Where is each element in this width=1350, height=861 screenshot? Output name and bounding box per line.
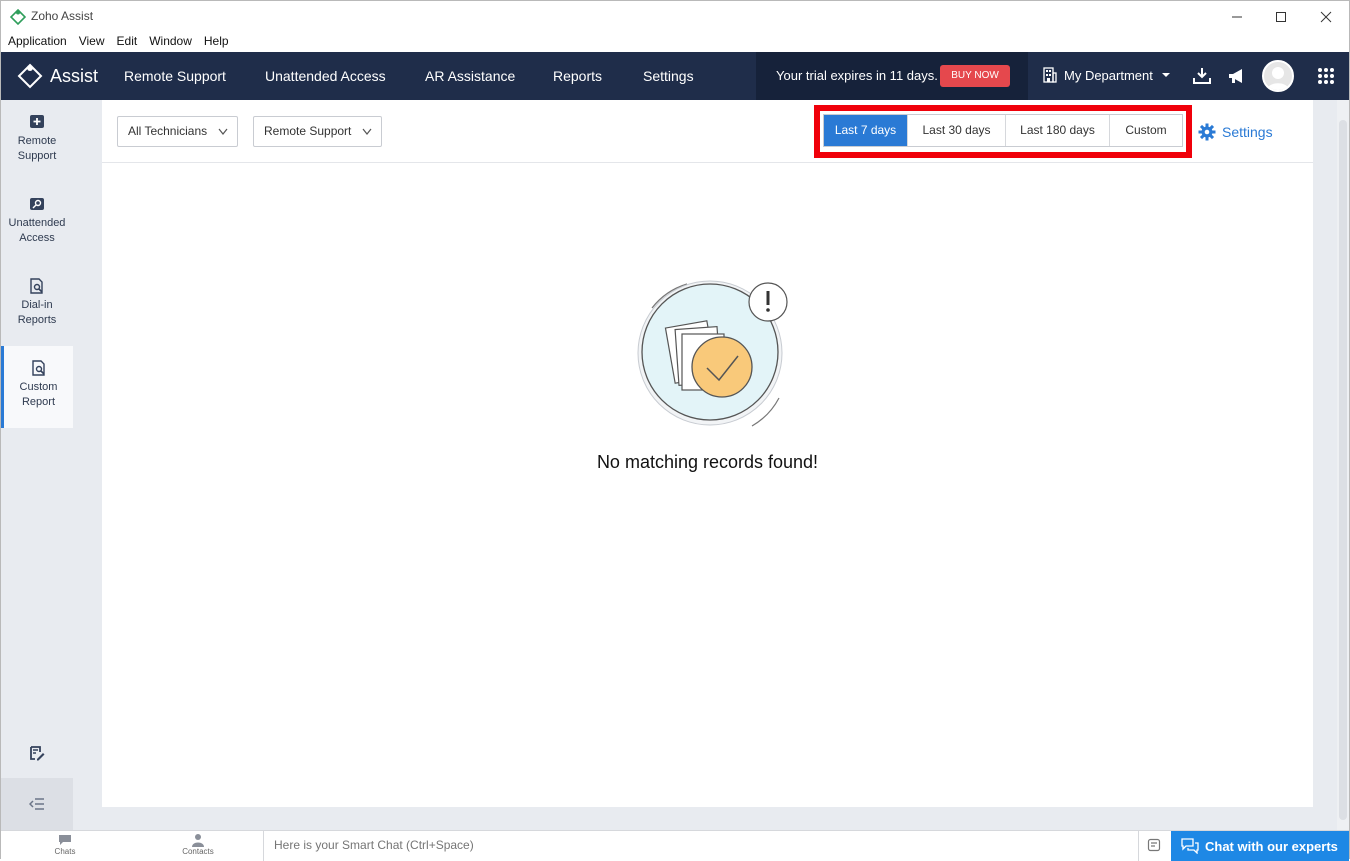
settings-link-label: Settings [1222, 124, 1273, 140]
chat-history-icon[interactable] [1147, 838, 1161, 852]
close-button[interactable] [1303, 5, 1349, 29]
plus-box-icon [30, 115, 44, 128]
scrollbar-thumb[interactable] [1339, 120, 1347, 820]
filter-bar: All Technicians Remote Support Last 7 da… [102, 100, 1313, 163]
menu-view[interactable]: View [79, 31, 105, 52]
window-title: Zoho Assist [31, 9, 94, 23]
menu-help[interactable]: Help [204, 31, 229, 52]
empty-state-message: No matching records found! [596, 452, 819, 472]
menu-edit[interactable]: Edit [117, 31, 138, 52]
chevron-down-icon [218, 128, 228, 135]
technician-dropdown-value: All Technicians [128, 124, 208, 138]
nav-remote-support[interactable]: Remote Support [124, 68, 226, 84]
range-last-180-days[interactable]: Last 180 days [1006, 115, 1110, 146]
menu-application[interactable]: Application [8, 31, 67, 52]
sidebar-item-label: Unattended Access [8, 217, 66, 244]
apps-grid-icon[interactable] [1316, 66, 1336, 86]
range-last-30-days[interactable]: Last 30 days [908, 115, 1006, 146]
trial-text: Your trial expires in 11 days. [776, 68, 938, 83]
gear-icon [1198, 123, 1216, 141]
left-sidebar: Remote Support Unattended Access Dial-in… [1, 100, 73, 830]
buy-now-button[interactable]: BUY NOW [940, 65, 1010, 87]
sidebar-item-label: Custom Report [19, 381, 58, 408]
sidebar-item-dial-in-reports[interactable]: Dial-in Reports [1, 264, 73, 346]
tab-chats[interactable]: Chats [35, 833, 95, 856]
chat-experts-icon [1181, 838, 1199, 854]
chat-with-experts-button[interactable]: Chat with our experts [1171, 831, 1349, 861]
tab-contacts-label: Contacts [182, 847, 214, 856]
session-type-dropdown[interactable]: Remote Support [253, 116, 382, 147]
technician-dropdown[interactable]: All Technicians [117, 116, 238, 147]
tab-contacts[interactable]: Contacts [168, 833, 228, 856]
key-icon [30, 198, 44, 210]
sidebar-item-remote-support[interactable]: Remote Support [1, 100, 73, 182]
top-navigation: Assist Remote Support Unattended Access … [1, 52, 1349, 100]
report-settings-link[interactable]: Settings [1198, 123, 1273, 141]
no-records-illustration [637, 280, 788, 427]
megaphone-icon[interactable] [1227, 66, 1247, 86]
menu-window[interactable]: Window [149, 31, 192, 52]
sidebar-item-custom-report[interactable]: Custom Report [1, 346, 73, 428]
edit-note-icon[interactable] [29, 745, 45, 761]
nav-reports[interactable]: Reports [553, 68, 602, 84]
maximize-button[interactable] [1258, 5, 1304, 29]
assist-logo-icon [17, 63, 43, 89]
user-silhouette-icon [1267, 67, 1289, 90]
report-panel: All Technicians Remote Support Last 7 da… [102, 100, 1313, 807]
report-search-icon [31, 360, 45, 376]
smart-chat-input[interactable] [264, 831, 1138, 859]
minimize-icon [1232, 16, 1242, 18]
minimize-button[interactable] [1214, 5, 1260, 29]
app-window: Zoho Assist Application View Edit Window… [0, 0, 1350, 861]
building-icon [1043, 67, 1057, 83]
tab-chats-label: Chats [54, 847, 76, 856]
trial-banner: Your trial expires in 11 days. BUY NOW [756, 52, 1028, 100]
sidebar-item-label: Dial-in Reports [17, 299, 57, 326]
contact-person-icon [192, 834, 204, 847]
sidebar-item-unattended-access[interactable]: Unattended Access [1, 182, 73, 264]
maximize-icon [1276, 12, 1286, 22]
range-last-7-days[interactable]: Last 7 days [824, 115, 908, 146]
bottom-bar: Chats Contacts Chat with our experts [1, 830, 1349, 861]
department-label: My Department [1064, 67, 1153, 83]
sidebar-collapse-area[interactable] [1, 778, 73, 830]
date-range-selector: Last 7 days Last 30 days Last 180 days C… [823, 114, 1183, 147]
range-custom[interactable]: Custom [1110, 115, 1182, 146]
menu-bar: Application View Edit Window Help [1, 31, 1349, 52]
vertical-scrollbar[interactable] [1337, 100, 1349, 830]
nav-ar-assistance[interactable]: AR Assistance [425, 68, 515, 84]
title-bar: Zoho Assist [1, 1, 1349, 31]
chat-bubble-icon [59, 835, 71, 845]
close-icon [1320, 11, 1332, 23]
smart-chat-bar [263, 831, 1139, 861]
department-selector[interactable]: My Department [1042, 67, 1171, 83]
nav-unattended-access[interactable]: Unattended Access [265, 68, 386, 84]
nav-settings[interactable]: Settings [643, 68, 694, 84]
brand-name: Assist [50, 65, 99, 86]
zoho-assist-logo-icon [10, 9, 26, 25]
report-search-icon [30, 278, 43, 294]
download-icon[interactable] [1192, 66, 1212, 86]
chevron-down-icon [362, 128, 372, 135]
sidebar-item-label: Remote Support [17, 135, 57, 162]
brand[interactable]: Assist [16, 63, 98, 89]
caret-down-icon [1161, 73, 1170, 77]
chat-with-experts-label: Chat with our experts [1205, 838, 1338, 854]
collapse-icon [29, 798, 44, 810]
session-type-dropdown-value: Remote Support [264, 124, 352, 138]
avatar[interactable] [1262, 60, 1294, 92]
